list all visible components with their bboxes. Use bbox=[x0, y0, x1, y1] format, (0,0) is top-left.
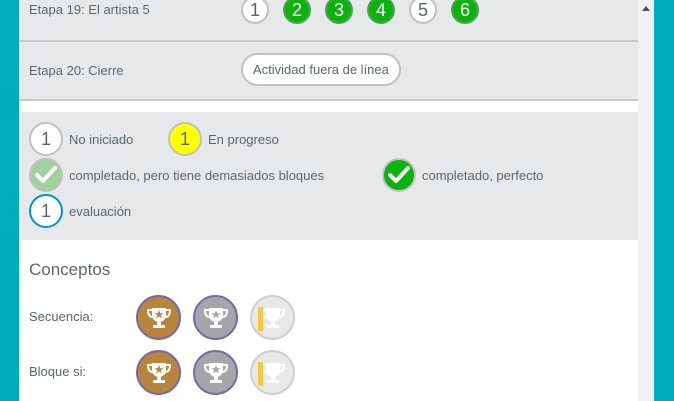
stage-row-19: Etapa 19: El artista 5 1 2 3 4 5 6 bbox=[19, 0, 638, 42]
legend-completed-too-many-blocks: completado, pero tiene demasiados bloque… bbox=[29, 158, 324, 192]
legend-label: No iniciado bbox=[69, 131, 134, 147]
level-bubbles: 1 2 3 4 5 6 bbox=[241, 0, 493, 24]
concepts-heading: Conceptos bbox=[29, 260, 111, 279]
level-bubble-3[interactable]: 3 bbox=[325, 0, 353, 24]
legend-label: completado, perfecto bbox=[422, 167, 544, 183]
legend-not-started: 1 No iniciado bbox=[29, 122, 133, 156]
legend-label: completado, pero tiene demasiados bloque… bbox=[69, 167, 325, 183]
stage-label: Etapa 20: Cierre bbox=[29, 63, 124, 78]
legend-assessment: 1 evaluación bbox=[29, 194, 131, 228]
stage-label: Etapa 19: El artista 5 bbox=[29, 2, 150, 17]
level-bubble-1[interactable]: 1 bbox=[241, 0, 269, 24]
concept-label: Bloque si: bbox=[29, 364, 87, 379]
not-started-bubble-icon: 1 bbox=[29, 122, 63, 156]
unplugged-activity-button[interactable]: Actividad fuera de línea bbox=[241, 53, 401, 86]
trophy-group bbox=[136, 295, 307, 340]
progress-legend: 1 No iniciado 1 En progreso completado, … bbox=[19, 112, 638, 240]
checkmark-icon bbox=[29, 158, 63, 192]
level-bubble-5[interactable]: 5 bbox=[409, 0, 437, 24]
partial-progress-fill bbox=[258, 362, 263, 386]
bronze-trophy-icon bbox=[136, 350, 181, 395]
scroll-up-arrow-icon[interactable] bbox=[642, 6, 650, 11]
progress-page: Etapa 19: El artista 5 1 2 3 4 5 6 Etapa… bbox=[19, 0, 638, 401]
legend-label: evaluación bbox=[69, 203, 132, 219]
level-bubble-4[interactable]: 4 bbox=[367, 0, 395, 24]
empty-trophy-icon bbox=[250, 350, 295, 395]
bronze-trophy-icon bbox=[136, 295, 181, 340]
stage-row-20: Etapa 20: Cierre Actividad fuera de líne… bbox=[19, 42, 638, 101]
legend-label: En progreso bbox=[208, 131, 279, 147]
concept-label: Secuencia: bbox=[29, 309, 94, 324]
silver-trophy-icon bbox=[193, 295, 238, 340]
legend-completed-perfect: completado, perfecto bbox=[382, 158, 543, 192]
legend-in-progress: 1 En progreso bbox=[168, 122, 279, 156]
concept-row-if-block: Bloque si: bbox=[19, 350, 638, 396]
level-bubble-2[interactable]: 2 bbox=[283, 0, 311, 24]
assessment-bubble-icon: 1 bbox=[29, 194, 63, 228]
concept-row-sequence: Secuencia: bbox=[19, 295, 638, 341]
vertical-scrollbar[interactable] bbox=[638, 0, 654, 401]
level-bubble-6[interactable]: 6 bbox=[451, 0, 479, 24]
silver-trophy-icon bbox=[193, 350, 238, 395]
empty-trophy-icon bbox=[250, 295, 295, 340]
checkmark-icon bbox=[382, 158, 416, 192]
partial-progress-fill bbox=[258, 307, 263, 331]
in-progress-bubble-icon: 1 bbox=[168, 122, 202, 156]
trophy-group bbox=[136, 350, 307, 395]
